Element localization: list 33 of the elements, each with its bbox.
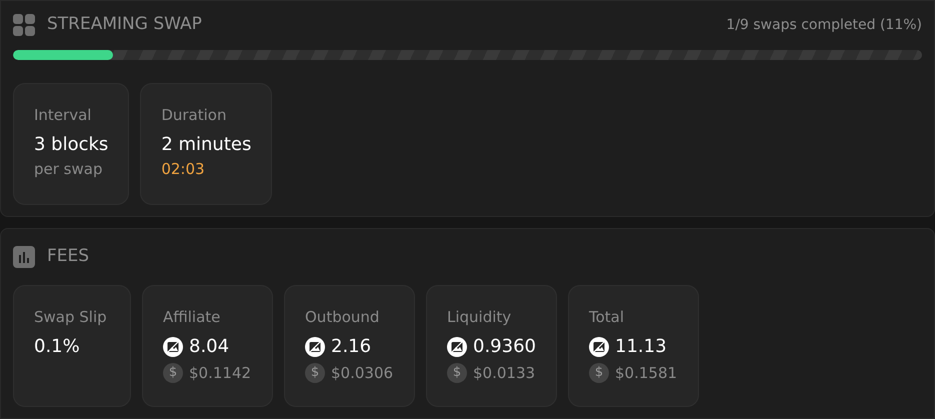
- dollar-icon: $: [447, 363, 467, 383]
- card-subtext: per swap: [34, 159, 104, 179]
- card-value: 11.13: [615, 335, 667, 359]
- section-title: FEES: [47, 245, 90, 268]
- card-label: Outbound: [305, 307, 380, 328]
- broken-image-icon: [589, 337, 609, 357]
- timer: 02:03: [161, 159, 206, 179]
- usd-value: $0.0133: [473, 362, 536, 384]
- usd-value: $0.1142: [189, 362, 252, 384]
- dollar-icon: $: [589, 363, 609, 383]
- card-value: 0.9360: [473, 335, 536, 359]
- card-label: Interval: [34, 105, 92, 126]
- card-label: Swap Slip: [34, 307, 108, 328]
- card-label: Affiliate: [163, 307, 222, 328]
- section-title: STREAMING SWAP: [47, 13, 202, 36]
- broken-image-icon: [163, 337, 183, 357]
- usd-value: $0.1581: [615, 362, 678, 384]
- broken-image-icon: [447, 337, 467, 357]
- card-value: 8.04: [189, 335, 230, 359]
- usd-value: $0.0306: [331, 362, 394, 384]
- dollar-icon: $: [163, 363, 183, 383]
- card-value: 3 blocks: [34, 133, 108, 157]
- card-label: Total: [589, 307, 626, 328]
- card-value: 2 minutes: [161, 133, 252, 157]
- broken-image-icon: [305, 337, 325, 357]
- card-value: 2.16: [331, 335, 372, 359]
- card-label: Duration: [161, 105, 228, 126]
- bar-chart-icon: [13, 246, 35, 268]
- dollar-icon: $: [305, 363, 325, 383]
- card-value: 0.1%: [34, 335, 81, 359]
- grid-icon: [13, 14, 35, 36]
- card-label: Liquidity: [447, 307, 512, 328]
- progress-status: 1/9 swaps completed (11%): [726, 16, 922, 34]
